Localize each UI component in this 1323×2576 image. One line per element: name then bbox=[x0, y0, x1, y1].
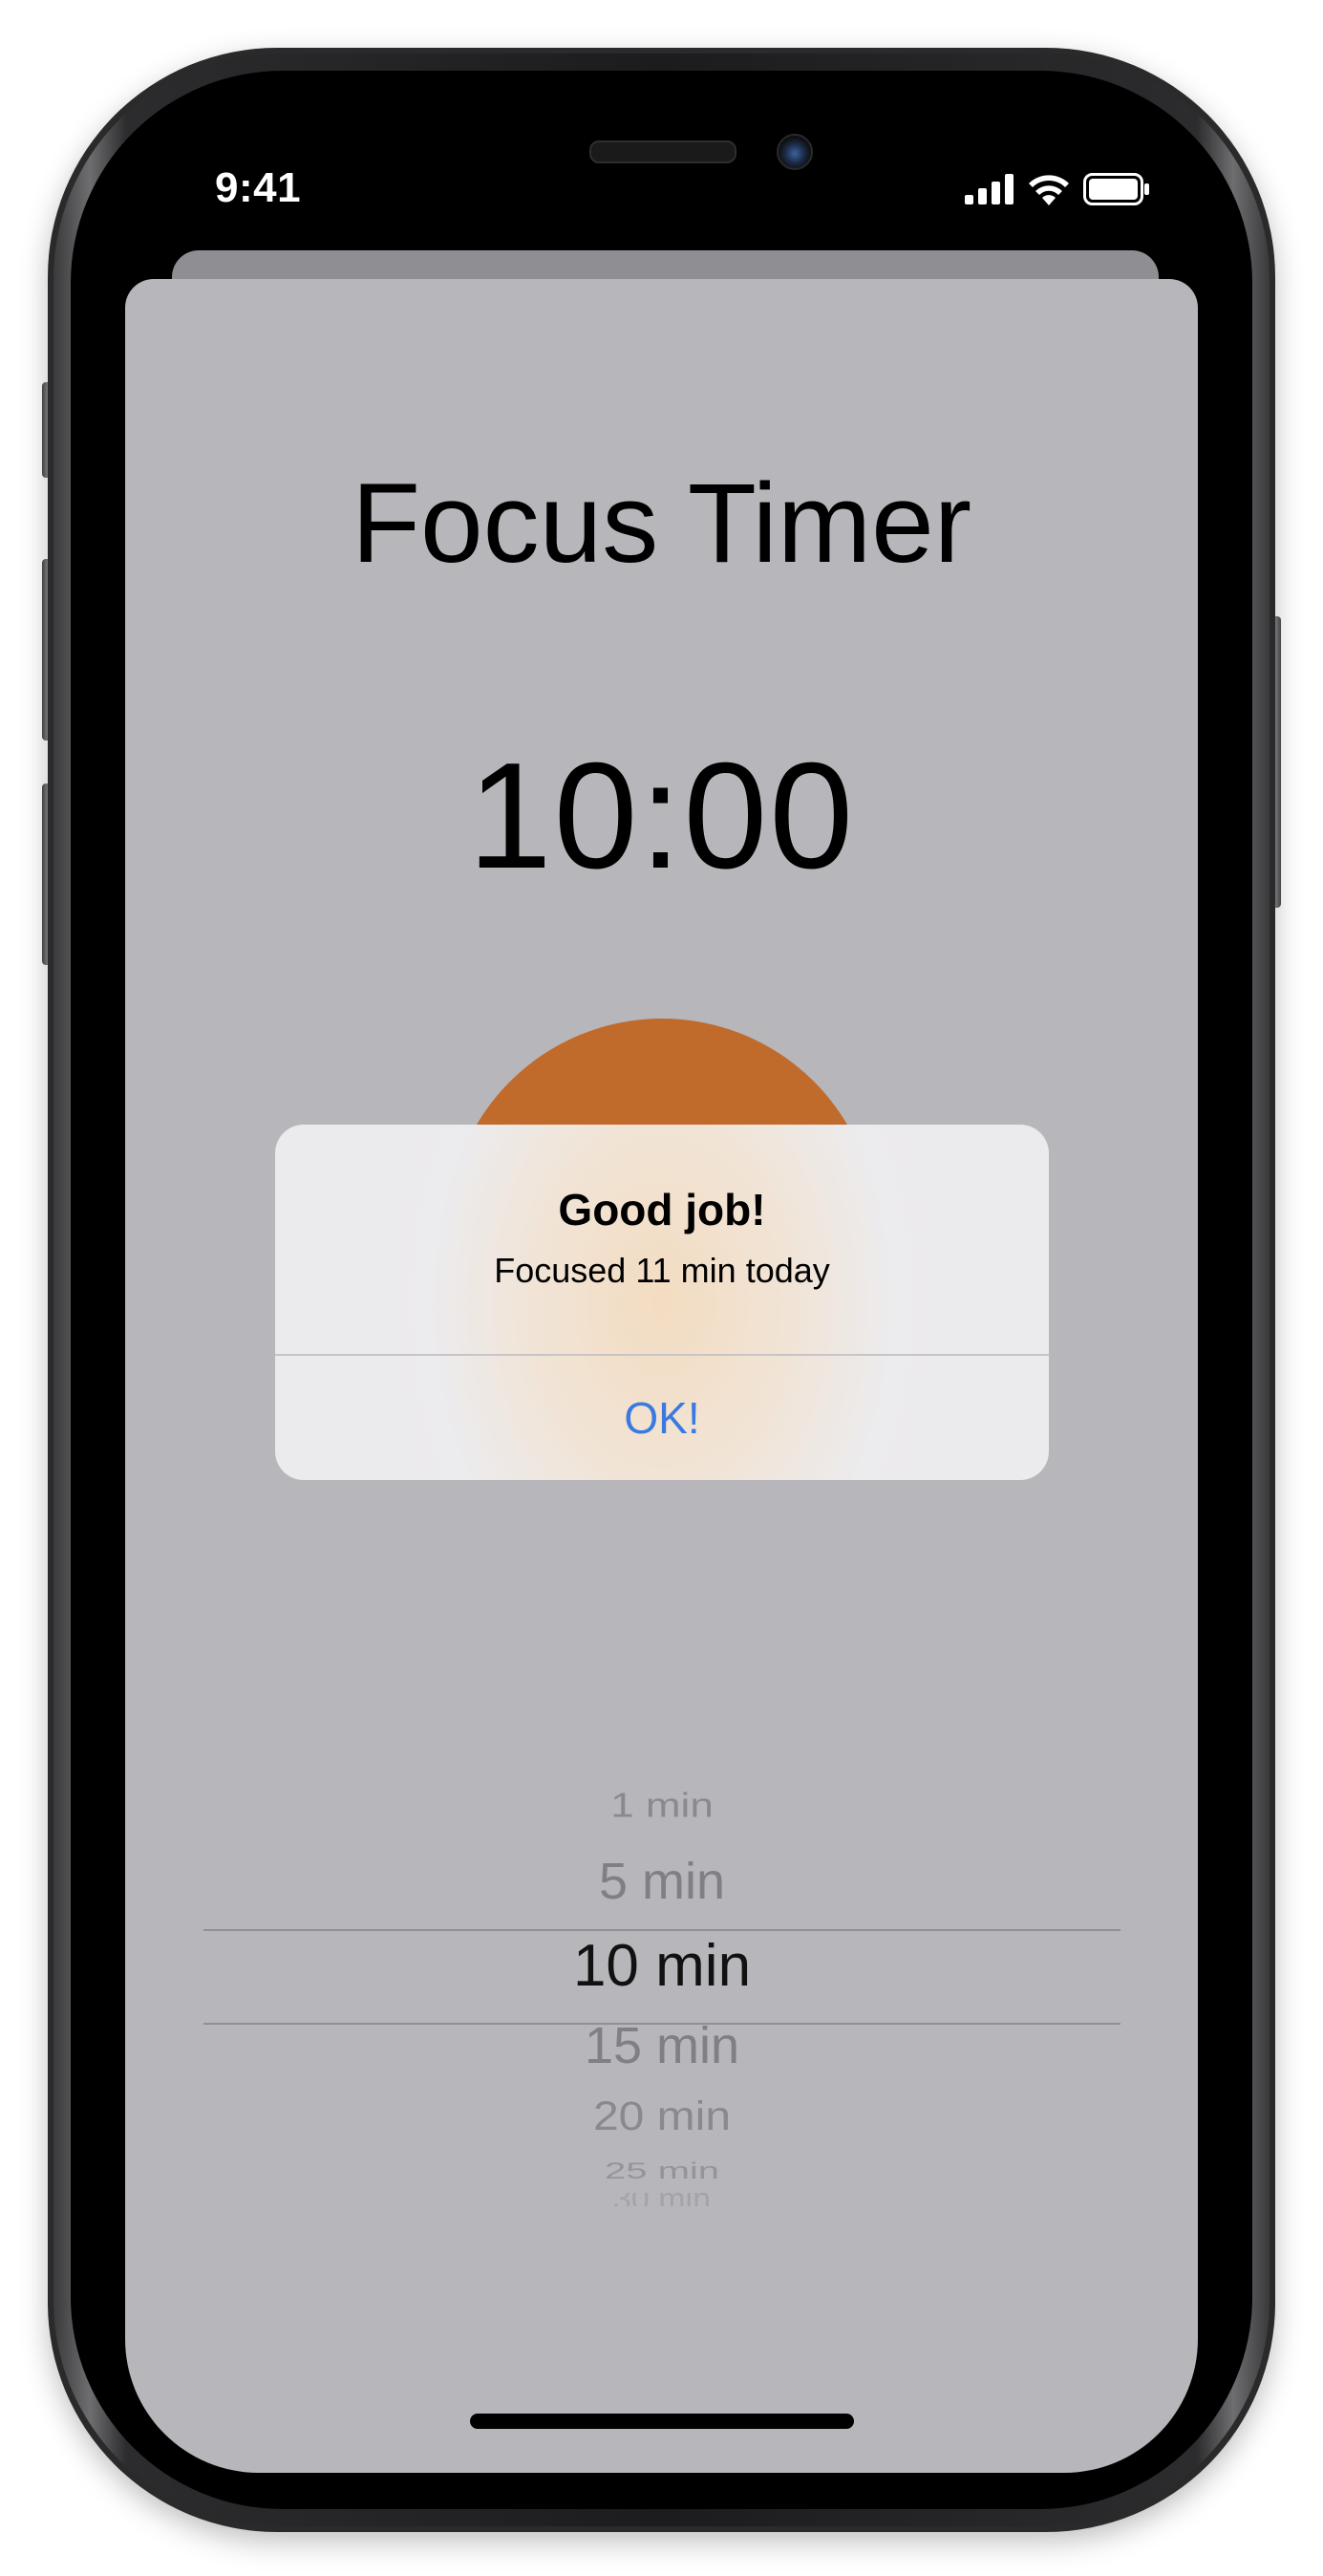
front-camera-icon bbox=[777, 134, 813, 170]
status-bar-time: 9:41 bbox=[215, 164, 302, 211]
duration-picker[interactable]: 1 min 5 min 10 min 15 min 20 min 25 min … bbox=[203, 1492, 1120, 2257]
picker-option[interactable]: 15 min bbox=[203, 2016, 1120, 2075]
device-mockup: 9:41 Focus Timer 10:00 1 min 5 min 10 mi… bbox=[0, 0, 1323, 2576]
picker-option-selected[interactable]: 10 min bbox=[203, 1932, 1120, 2000]
picker-option[interactable]: 25 min bbox=[203, 2160, 1120, 2181]
alert-message: Focused 11 min today bbox=[494, 1251, 830, 1290]
picker-option[interactable]: 30 min bbox=[203, 2193, 1120, 2206]
picker-option[interactable]: 1 min bbox=[203, 1787, 1120, 1826]
picker-selection-top-line bbox=[203, 1929, 1120, 1931]
alert-dialog: Good job! Focused 11 min today OK! bbox=[275, 1125, 1049, 1480]
battery-icon bbox=[1083, 173, 1149, 205]
alert-title: Good job! bbox=[558, 1185, 766, 1234]
wifi-icon bbox=[1029, 175, 1069, 205]
status-bar-icons bbox=[965, 170, 1150, 208]
home-indicator[interactable] bbox=[470, 2414, 854, 2429]
picker-option[interactable]: 20 min bbox=[203, 2093, 1120, 2139]
ok-button[interactable]: OK! bbox=[275, 1356, 1049, 1480]
earpiece-speaker bbox=[589, 140, 736, 163]
signal-icon bbox=[965, 174, 1014, 204]
timer-display: 10:00 bbox=[467, 732, 856, 900]
picker-option[interactable]: 5 min bbox=[203, 1852, 1120, 1911]
page-title: Focus Timer bbox=[351, 461, 972, 587]
